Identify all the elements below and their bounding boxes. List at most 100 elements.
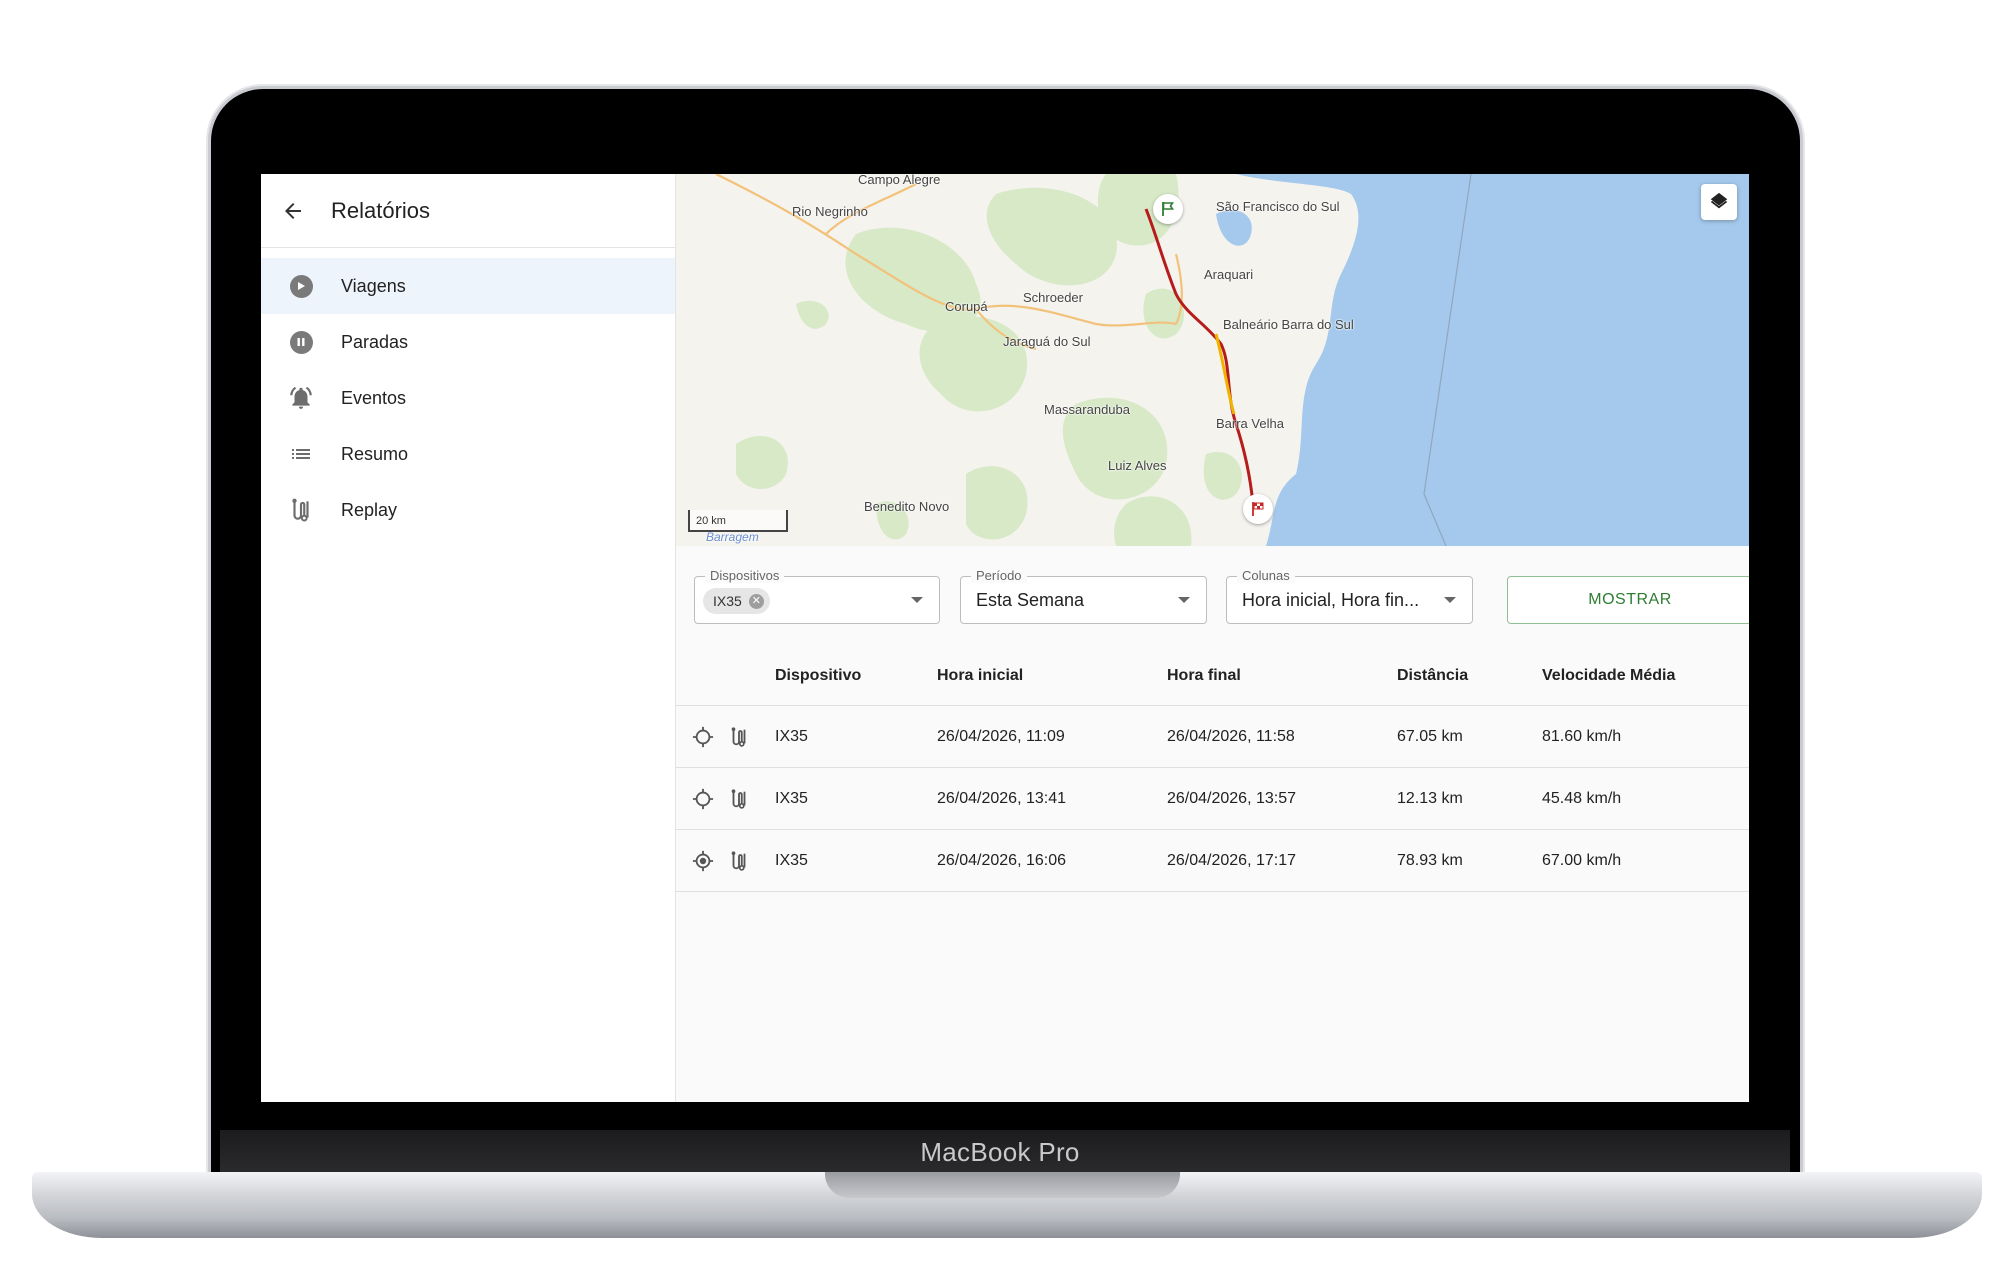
laptop-brand-label: MacBook Pro <box>920 1137 1080 1167</box>
column-header-speed[interactable]: Velocidade Média <box>1542 646 1675 705</box>
replay-button[interactable] <box>725 768 753 829</box>
device-chip[interactable]: IX35 ✕ <box>703 588 770 614</box>
sidebar-item-label: Paradas <box>341 331 409 352</box>
map-label: Barra Velha <box>1216 416 1284 431</box>
sidebar-item-paradas[interactable]: Paradas <box>261 314 675 370</box>
column-header-start[interactable]: Hora inicial <box>937 646 1023 705</box>
devices-label: Dispositivos <box>705 568 785 583</box>
sidebar-header: Relatórios <box>261 174 675 248</box>
sidebar-item-resumo[interactable]: Resumo <box>261 426 675 482</box>
sidebar-item-label: Resumo <box>341 443 409 464</box>
devices-select[interactable]: Dispositivos IX35 ✕ <box>694 568 940 624</box>
map-scale: 20 km <box>688 510 788 532</box>
list-icon <box>292 449 310 459</box>
map-layers-button[interactable] <box>1701 184 1737 220</box>
cell-device: IX35 <box>775 789 808 807</box>
route-icon <box>731 726 746 747</box>
map-label: Araquari <box>1204 267 1254 282</box>
cell-device: IX35 <box>775 851 808 869</box>
cell-speed: 67.00 km/h <box>1542 851 1622 869</box>
locate-button[interactable] <box>689 706 717 767</box>
columns-label: Colunas <box>1237 568 1295 583</box>
period-select[interactable]: Período Esta Semana <box>960 568 1207 624</box>
map[interactable]: Campo Alegre Rio Negrinho São Francisco … <box>676 174 1749 546</box>
laptop-notch <box>825 1172 1180 1198</box>
cell-start: 26/04/2026, 13:41 <box>937 789 1067 807</box>
map-label: Jaraguá do Sul <box>1003 334 1091 349</box>
map-label: Barragem <box>706 530 759 544</box>
sidebar-item-label: Replay <box>341 499 398 520</box>
sidebar-item-label: Viagens <box>341 275 406 296</box>
map-label: Campo Alegre <box>858 174 941 187</box>
cell-device: IX35 <box>775 727 808 745</box>
chevron-down-icon <box>911 597 923 603</box>
flag-icon <box>1162 202 1174 216</box>
device-chip-label: IX35 <box>713 593 742 609</box>
replay-button[interactable] <box>725 706 753 767</box>
map-label: Benedito Novo <box>864 499 950 514</box>
cell-end: 26/04/2026, 11:58 <box>1167 727 1295 745</box>
pause-circle-icon <box>289 330 313 354</box>
map-label: Luiz Alves <box>1108 458 1167 473</box>
chip-remove-icon[interactable]: ✕ <box>748 593 764 609</box>
sidebar-item-replay[interactable]: Replay <box>261 482 675 538</box>
start-flag-marker[interactable] <box>1153 194 1183 224</box>
cell-end: 26/04/2026, 13:57 <box>1167 789 1297 807</box>
checkered-flag-icon <box>1252 502 1264 516</box>
cell-end: 26/04/2026, 17:17 <box>1167 851 1297 869</box>
period-value: Esta Semana <box>976 590 1085 610</box>
crosshair-selected-icon <box>692 850 714 871</box>
column-header-device[interactable]: Dispositivo <box>775 646 861 705</box>
trips-table: Dispositivo Hora inicial Hora final Dist… <box>676 646 1749 892</box>
columns-select[interactable]: Colunas Hora inicial, Hora fin... <box>1226 568 1473 624</box>
table-row[interactable]: IX35 26/04/2026, 16:06 26/04/2026, 17:17… <box>676 830 1749 892</box>
locate-button[interactable] <box>689 830 717 891</box>
table-header: Dispositivo Hora inicial Hora final Dist… <box>676 646 1749 706</box>
play-circle-icon <box>289 274 313 298</box>
crosshair-icon <box>692 788 714 809</box>
map-label: Massaranduba <box>1044 402 1130 417</box>
cell-speed: 81.60 km/h <box>1542 727 1622 745</box>
screen: Relatórios Viagens Paradas Eventos Resum… <box>261 174 1749 1102</box>
sidebar-item-viagens[interactable]: Viagens <box>261 258 675 314</box>
locate-button[interactable] <box>689 768 717 829</box>
route-icon <box>731 850 746 871</box>
cell-distance: 12.13 km <box>1397 789 1463 807</box>
replay-button[interactable] <box>725 830 753 891</box>
cell-distance: 78.93 km <box>1397 851 1463 869</box>
cell-distance: 67.05 km <box>1397 727 1463 745</box>
chevron-down-icon <box>1444 597 1456 603</box>
column-header-end[interactable]: Hora final <box>1167 646 1241 705</box>
sidebar: Relatórios Viagens Paradas Eventos Resum… <box>261 174 676 1102</box>
show-button[interactable]: MOSTRAR <box>1507 576 1749 624</box>
route-icon <box>292 498 309 522</box>
arrow-left-icon <box>285 202 301 219</box>
map-tiles <box>676 174 1749 546</box>
sidebar-item-label: Eventos <box>341 387 407 408</box>
map-label: São Francisco do Sul <box>1216 199 1340 214</box>
crosshair-icon <box>692 726 714 747</box>
map-label: Corupá <box>945 299 988 314</box>
cell-speed: 45.48 km/h <box>1542 789 1622 807</box>
map-label: Schroeder <box>1023 290 1083 305</box>
page-title: Relatórios <box>331 197 431 223</box>
cell-start: 26/04/2026, 16:06 <box>937 851 1067 869</box>
chevron-down-icon <box>1178 597 1190 603</box>
route-icon <box>731 788 746 809</box>
back-button[interactable] <box>261 174 325 248</box>
column-header-distance[interactable]: Distância <box>1397 646 1468 705</box>
table-row[interactable]: IX35 26/04/2026, 13:41 26/04/2026, 13:57… <box>676 768 1749 830</box>
map-label: Rio Negrinho <box>792 204 868 219</box>
sidebar-item-eventos[interactable]: Eventos <box>261 370 675 426</box>
columns-value: Hora inicial, Hora fin... <box>1242 590 1420 610</box>
main-content: Campo Alegre Rio Negrinho São Francisco … <box>676 174 1749 1102</box>
layers-icon <box>1710 192 1728 209</box>
period-label: Período <box>971 568 1027 583</box>
sidebar-nav: Viagens Paradas Eventos Resumo Replay <box>261 248 675 538</box>
end-flag-marker[interactable] <box>1243 494 1273 524</box>
table-row[interactable]: IX35 26/04/2026, 11:09 26/04/2026, 11:58… <box>676 706 1749 768</box>
report-filters: Dispositivos IX35 ✕ Período Esta Semana … <box>694 568 1749 626</box>
cell-start: 26/04/2026, 11:09 <box>937 727 1065 745</box>
map-label: Balneário Barra do Sul <box>1223 317 1354 332</box>
bell-alert-icon <box>290 386 312 409</box>
